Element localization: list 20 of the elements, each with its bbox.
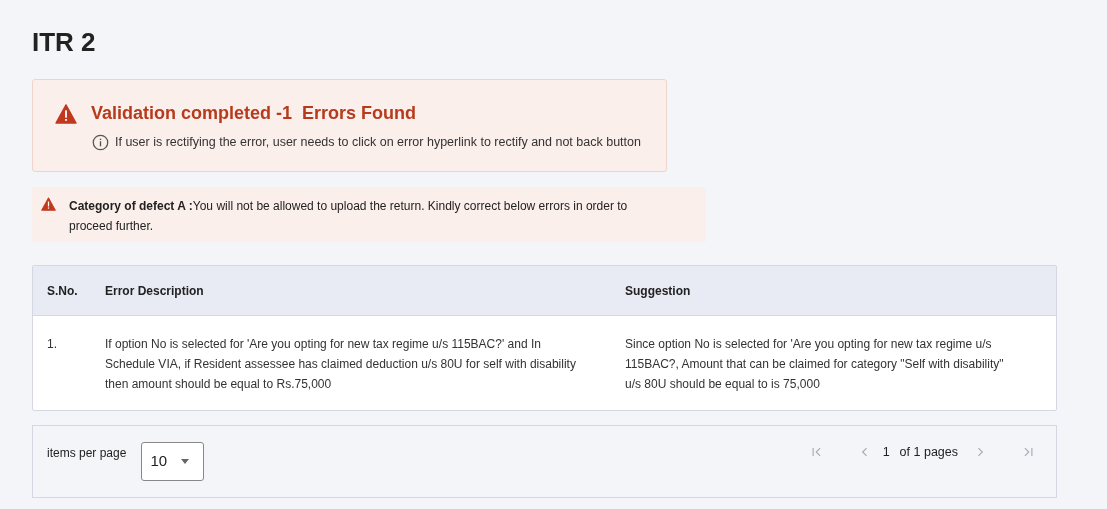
table-cell: Since option No is selected for 'Are you opting for new tax regime u/s 115BAC?, Amount that can be claimed for category "Self with disability" u/s 80U should be equal to is 75,000 — [625, 337, 1004, 391]
caret-icon — [181, 459, 190, 464]
table-cell: If option No is selected for 'Are you opting for new tax regime u/s 115BAC?' and In Schedule VIA, if Resident assessee has claimed deduction u/s 80U for self with disability then amount should be equal to Rs.75,000 — [105, 337, 576, 391]
current-page: 1 — [882, 443, 890, 461]
info-icon — [92, 133, 109, 151]
column-header: Suggestion — [625, 283, 691, 298]
page-size-select[interactable]: 10 — [141, 442, 205, 481]
alert-note: If user is rectifying the error, user needs to click on error hyperlink to rectify and not back button — [115, 134, 641, 151]
column-header: Error Description — [105, 283, 204, 298]
alert-heading: Validation completed -1 Errors Found — [91, 102, 417, 125]
warning-icon — [41, 197, 56, 211]
chevron-bar-icon — [1021, 445, 1035, 459]
warning-icon — [55, 103, 77, 124]
page-total: of 1 pages — [899, 443, 958, 461]
chevron-bar-icon — [809, 445, 824, 459]
page-title: ITR 2 — [32, 26, 96, 58]
table-cell: 1. — [47, 337, 57, 351]
column-header: S.No. — [47, 283, 78, 298]
defect-message: Category of defect A :You will not be allowed to upload the return. Kindly correct below errors in order to proceed further. — [69, 198, 629, 235]
items-per-page-label: items per page — [47, 445, 127, 462]
